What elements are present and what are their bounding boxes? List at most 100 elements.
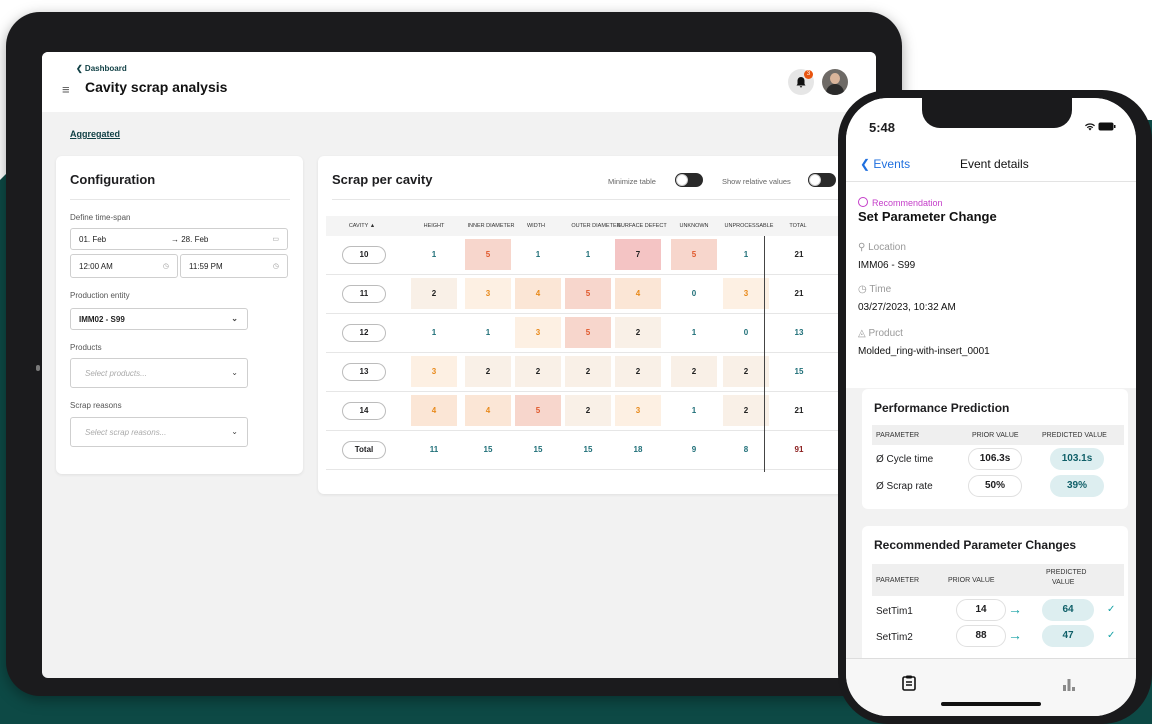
table-cell: 4	[411, 395, 457, 426]
products-select[interactable]: Select products... ⌄	[70, 358, 248, 388]
check-icon[interactable]: ✓	[1107, 630, 1115, 641]
entity-select[interactable]: IMM02 - S99 ⌄	[70, 308, 248, 330]
row-total: 91	[794, 445, 804, 454]
changes-title: Recommended Parameter Changes	[874, 538, 1077, 552]
clock-icon: ◷	[272, 263, 279, 270]
table-row: 13 3 2 2 2 2 2 2 15	[326, 353, 846, 392]
relative-values-toggle[interactable]	[808, 173, 836, 187]
cavity-chip[interactable]: 11	[342, 285, 386, 303]
time-from-input[interactable]: 12:00 AM ◷	[70, 254, 178, 278]
table-cell: 4	[515, 278, 561, 309]
tablet-button	[36, 365, 40, 371]
table-cell: 5	[465, 239, 511, 270]
phone-notch	[922, 98, 1072, 128]
nav-title: Event details	[960, 157, 1029, 171]
check-icon[interactable]: ✓	[1107, 604, 1115, 615]
table-cell: 3	[515, 317, 561, 348]
scrap-title: Scrap per cavity	[332, 172, 433, 187]
notifications-button[interactable]: 3	[788, 69, 814, 95]
table-row: 11 2 3 4 5 4 0 3 21	[326, 275, 846, 314]
status-time: 5:48	[869, 120, 896, 135]
back-link-dashboard[interactable]: ❮ Dashboard	[76, 64, 127, 73]
table-cell: 4	[465, 395, 511, 426]
parameter-changes-card: Recommended Parameter Changes PARAMETER …	[862, 526, 1128, 676]
events-back-button[interactable]: ❮ Events	[860, 157, 910, 171]
menu-icon[interactable]: ≡	[62, 82, 70, 97]
table-cell: 3	[615, 395, 661, 426]
products-label: Products	[70, 343, 102, 352]
table-cell: 2	[565, 356, 611, 387]
avatar[interactable]	[822, 69, 848, 95]
minimize-table-toggle[interactable]	[675, 173, 703, 187]
table-row: 10 1 5 1 1 7 5 1 21	[326, 236, 846, 275]
home-indicator	[941, 702, 1041, 706]
scrap-reasons-select[interactable]: Select scrap reasons... ⌄	[70, 417, 248, 447]
table-cell: 2	[723, 356, 769, 387]
chevron-down-icon: ⌄	[231, 314, 238, 323]
table-cell: 5	[565, 278, 611, 309]
divider	[332, 199, 846, 200]
cavity-chip[interactable]: 12	[342, 324, 386, 342]
time-label: ◷ Time	[858, 284, 892, 295]
table-cell: 5	[565, 317, 611, 348]
param-cycle-time: Ø Cycle time	[876, 454, 934, 465]
location-value: IMM06 - S99	[858, 260, 916, 271]
row-total: 15	[794, 367, 804, 376]
col-predicted-value: PREDICTED VALUE	[1042, 432, 1107, 439]
table-header: CAVITY ▲ HEIGHT INNER DIAMETER WIDTH OUTER D…	[326, 216, 846, 236]
tablet-screen: ❮ Dashboard ≡ Cavity scrap analysis 3 Ag…	[42, 52, 876, 678]
row-total: 21	[794, 250, 804, 259]
table-cell: 2	[515, 356, 561, 387]
date-to: → 28. Feb	[171, 234, 209, 244]
chevron-down-icon: ⌄	[231, 427, 238, 436]
configuration-title: Configuration	[70, 172, 156, 187]
timespan-label: Define time-span	[70, 213, 131, 222]
cavity-chip[interactable]: 13	[342, 363, 386, 381]
wifi-icon	[1085, 123, 1095, 131]
column-header: WIDTH	[526, 223, 546, 229]
chevron-down-icon: ⌄	[231, 368, 238, 377]
reasons-label: Scrap reasons	[70, 401, 122, 410]
cavity-chip[interactable]: 10	[342, 246, 386, 264]
calendar-icon: ▭	[272, 236, 279, 243]
entity-label: Production entity	[70, 291, 130, 300]
date-range-input[interactable]: 01. Feb → 28. Feb ▭	[70, 228, 288, 250]
column-header: SURFACE DEFECT	[617, 223, 667, 229]
table-row: 14 4 4 5 2 3 1 2 21	[326, 392, 846, 431]
divider	[846, 181, 1136, 182]
table-cell: 0	[743, 328, 749, 337]
table-cell: 3	[723, 278, 769, 309]
column-header: INNER DIAMETER	[467, 223, 515, 229]
row-total: 21	[794, 406, 804, 415]
param-scrap-rate: Ø Scrap rate	[876, 481, 933, 492]
col-parameter: PARAMETER	[876, 432, 920, 439]
col-prior-value: PRIOR VALUE	[948, 577, 995, 584]
arrow-right-icon: →	[1008, 627, 1022, 643]
table-cell: 18	[633, 445, 643, 454]
divider	[70, 199, 290, 200]
table-row: 12 1 1 3 5 2 1 0 13	[326, 314, 846, 353]
notification-badge: 3	[804, 70, 813, 79]
status-icons	[1084, 122, 1116, 133]
table-cell: 1	[691, 406, 697, 415]
performance-title: Performance Prediction	[874, 401, 1010, 415]
time-to-input[interactable]: 11:59 PM ◷	[180, 254, 288, 278]
table-cell: 8	[743, 445, 749, 454]
minimize-table-label: Minimize table	[608, 177, 656, 186]
bar-chart-icon[interactable]	[1062, 675, 1076, 691]
column-header[interactable]: CAVITY ▲	[342, 216, 382, 236]
aggregated-tab[interactable]: Aggregated	[70, 129, 120, 139]
table-cell: 5	[671, 239, 717, 270]
table-cell: 5	[515, 395, 561, 426]
total-divider	[764, 236, 765, 472]
table-cell: 9	[691, 445, 697, 454]
phone-screen: 5:48 ❮ Events Event details Recommendati…	[846, 98, 1136, 716]
relative-values-label: Show relative values	[722, 177, 791, 186]
table-cell: 15	[533, 445, 543, 454]
clipboard-icon[interactable]	[902, 675, 916, 691]
cavity-chip[interactable]: Total	[342, 441, 386, 459]
predicted-value: 47	[1042, 625, 1094, 647]
tab-bar	[846, 658, 1136, 716]
cavity-chip[interactable]: 14	[342, 402, 386, 420]
table-cell: 2	[615, 356, 661, 387]
